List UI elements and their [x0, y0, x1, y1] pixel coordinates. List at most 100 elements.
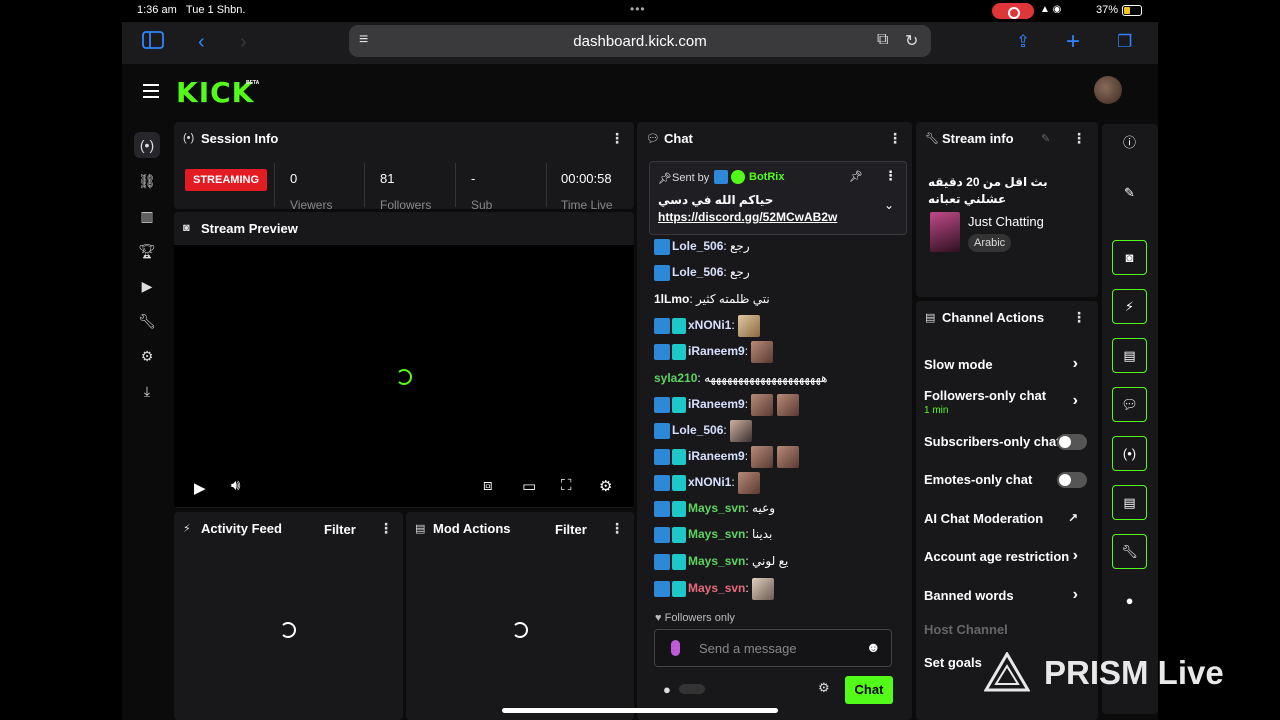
activity-filter-button[interactable]: Filter [324, 522, 356, 537]
stream-dashboard-icon[interactable]: (•) [134, 132, 160, 158]
stream-preview-widget-icon[interactable]: ◙ [1112, 240, 1147, 275]
chat-message[interactable]: syla210: هههههههههههههههههههههه [654, 371, 827, 385]
chat-message[interactable]: Lole_506: رجع [654, 239, 750, 255]
emotes-only-toggle[interactable] [1057, 472, 1087, 488]
video-player[interactable]: ▶ 🔊︎ ⧈ ▭ ⛶ ⚙ [174, 245, 634, 507]
expand-chevron-icon[interactable]: ⌄ [884, 198, 894, 212]
host-channel-row[interactable]: Host Channel [924, 622, 1090, 637]
download-icon[interactable]: ⤓ [134, 378, 160, 404]
session-info-menu-icon[interactable]: ⋮ [610, 130, 624, 147]
channel-actions-menu-icon[interactable]: ⋮ [1072, 309, 1086, 326]
video-icon[interactable]: ▶ [134, 273, 160, 299]
emote-image [751, 394, 774, 416]
activity-menu-icon[interactable]: ⋮ [379, 520, 393, 537]
activity-widget-icon[interactable]: ⚡︎ [1112, 289, 1147, 324]
prism-live-watermark: PRISM Live [1044, 654, 1224, 691]
screen-record-indicator[interactable] [992, 3, 1034, 19]
multitask-dots-icon[interactable]: ••• [630, 2, 646, 16]
followers-count: 81 [380, 171, 395, 186]
chat-send-button[interactable]: Chat [845, 676, 893, 704]
chat-message[interactable]: Mays_svn: [654, 578, 775, 600]
wrench-icon[interactable]: 🔧︎ [134, 308, 160, 334]
banned-words-row[interactable]: Banned words › [924, 586, 1090, 603]
chat-message[interactable]: iRaneem9: [654, 446, 799, 468]
chat-input-box[interactable]: Send a message ☻ [654, 629, 892, 667]
ai-moderation-row[interactable]: AI Chat Moderation ↗ [924, 511, 1090, 526]
volume-icon[interactable]: 🔊︎ [231, 477, 240, 494]
kick-logo[interactable]: KICK [176, 76, 254, 109]
mod-actions-widget-icon[interactable]: ▤ [1112, 338, 1147, 373]
fullscreen-icon[interactable]: ⛶ [561, 477, 572, 494]
new-tab-icon[interactable]: + [1066, 30, 1080, 54]
menu-icon[interactable] [143, 84, 159, 98]
broadcast-icon: (•) [183, 132, 195, 144]
emote-image [738, 472, 761, 494]
sidebar-icon[interactable] [142, 30, 164, 56]
kick-points-icon[interactable]: ● [663, 682, 671, 697]
user-settings-icon[interactable]: ⚙ [134, 343, 160, 369]
chat-menu-icon[interactable]: ⋮ [888, 130, 902, 147]
settings-icon[interactable]: ⚙ [599, 477, 612, 495]
back-icon[interactable]: ‹ [198, 30, 205, 54]
category-thumbnail[interactable] [930, 212, 960, 252]
emoji-icon[interactable]: ☻ [866, 639, 881, 655]
channel-actions-widget-icon[interactable]: ▤ [1112, 485, 1147, 520]
chat-message[interactable]: xNONi1: [654, 472, 761, 494]
chat-message[interactable]: Lole_506: رجع [654, 265, 750, 281]
address-bar[interactable]: ≡ dashboard.kick.com ⧉ ↻ [349, 25, 931, 57]
ios-status-bar: 1:36 am Tue 1 Shbn. ••• ▲ ◉ 37% [0, 0, 1280, 22]
home-indicator[interactable] [502, 708, 778, 713]
chat-message[interactable]: Mays_svn: وعيه [654, 501, 775, 517]
microphone-icon[interactable] [671, 640, 680, 656]
chevron-right-icon: › [1072, 547, 1078, 564]
chat-message[interactable]: iRaneem9: [654, 394, 799, 416]
category-name[interactable]: Just Chatting [968, 214, 1044, 229]
mod-filter-button[interactable]: Filter [555, 522, 587, 537]
tab-group-icon[interactable]: ⧉ [877, 31, 888, 49]
user-avatar[interactable] [1094, 76, 1122, 104]
slow-mode-row[interactable]: Slow mode › [924, 355, 1090, 372]
pinned-message[interactable]: 📌︎ Sent by BotRix 📌︎ ⋮ حياكم الله في دسي… [649, 161, 907, 235]
emote-image [738, 315, 761, 337]
session-widget-icon[interactable]: (•) [1112, 436, 1147, 471]
chat-widget-icon[interactable]: 💬︎ [1112, 387, 1147, 422]
pip-icon[interactable]: ⧈ [483, 477, 493, 494]
chat-message[interactable]: Mays_svn: بدينا [654, 527, 772, 543]
subscriber-badge-icon [654, 265, 670, 281]
share-icon[interactable]: ⇪ [1016, 30, 1030, 54]
kick-points-icon[interactable]: ● [1112, 584, 1147, 619]
followers-only-row[interactable]: Followers-only chat 1 min › [924, 388, 1090, 416]
subscribers-only-toggle[interactable] [1057, 434, 1087, 450]
pinned-link[interactable]: https://discord.gg/52MCwAB2w [658, 210, 837, 224]
play-icon[interactable]: ▶ [194, 479, 206, 497]
stream-preview-panel: ◙ Stream Preview ▶ 🔊︎ ⧈ ▭ ⛶ ⚙ [174, 212, 634, 508]
beta-badge: BETA [246, 80, 260, 86]
chat-settings-icon[interactable]: ⚙ [818, 680, 830, 696]
link-icon[interactable]: ⛓ [134, 168, 160, 194]
forward-icon[interactable]: › [240, 30, 247, 54]
theater-mode-icon[interactable]: ▭ [522, 477, 536, 495]
chat-message[interactable]: Lole_506: [654, 420, 753, 442]
chat-message[interactable]: 1lLmo: نتي ظلمته كثير [654, 292, 770, 306]
info-icon[interactable]: ⓘ [1112, 126, 1147, 161]
chat-message[interactable]: Mays_svn: يع لوني [654, 554, 788, 570]
unpin-icon[interactable]: 📌︎ [849, 170, 863, 183]
pinned-menu-icon[interactable]: ⋮ [884, 168, 897, 184]
edit-icon[interactable]: ✎ [1041, 132, 1050, 145]
analytics-icon[interactable]: ▥ [134, 203, 160, 229]
account-age-row[interactable]: Account age restriction › [924, 547, 1090, 564]
chat-message[interactable]: xNONi1: [654, 315, 761, 337]
chat-title: Chat [664, 131, 693, 146]
stream-info-widget-icon[interactable]: 🔧︎ [1112, 534, 1147, 569]
tabs-icon[interactable]: ❐ [1117, 30, 1132, 54]
reload-icon[interactable]: ↻ [905, 31, 918, 51]
mod-actions-menu-icon[interactable]: ⋮ [610, 520, 624, 537]
session-info-title: Session Info [201, 131, 279, 146]
trophy-icon[interactable]: 🏆︎ [134, 238, 160, 264]
battery-percent: 37% [1096, 4, 1119, 16]
chat-message[interactable]: iRaneem9: [654, 341, 774, 363]
stream-info-menu-icon[interactable]: ⋮ [1072, 130, 1086, 147]
edit-icon[interactable]: ✎ [1112, 176, 1147, 211]
time-live-label: Time Live [561, 198, 613, 209]
chat-input-placeholder[interactable]: Send a message [699, 641, 797, 656]
